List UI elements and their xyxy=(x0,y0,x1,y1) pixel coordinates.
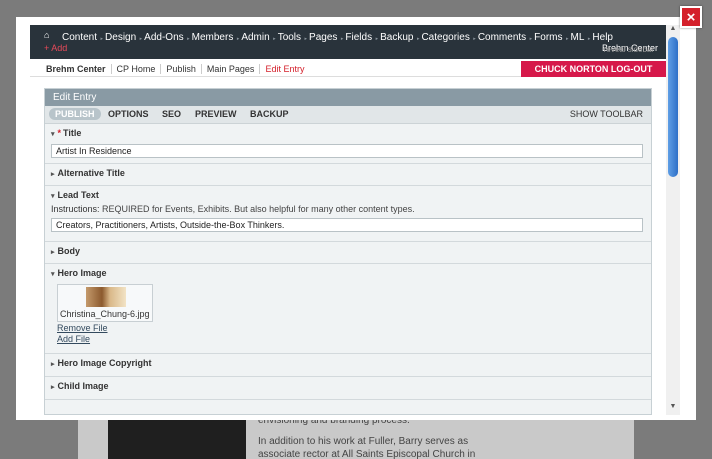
nav-item-forms[interactable]: Forms xyxy=(532,32,569,43)
publish-tabs: PUBLISH OPTIONS SEO PREVIEW BACKUP SHOW … xyxy=(45,106,651,124)
field-toggle-hero-image-copyright[interactable]: ▸ Hero Image Copyright xyxy=(51,358,645,368)
field-label: Alternative Title xyxy=(57,168,125,178)
field-hero-image: ▾ Hero Image Christina_Chung-6.jpg Remove… xyxy=(45,264,651,354)
nav-item-comments[interactable]: Comments xyxy=(476,32,533,43)
remove-file-link[interactable]: Remove File xyxy=(57,323,645,333)
field-label: Child Image xyxy=(57,381,109,391)
close-modal-button[interactable]: × xyxy=(680,6,702,28)
caret-down-icon: ▾ xyxy=(51,131,55,138)
field-instructions: Instructions: REQUIRED for Events, Exhib… xyxy=(51,204,645,214)
breadcrumb-bar: Brehm Center CP Home Publish Main Pages … xyxy=(30,59,666,77)
nav-item-tools[interactable]: Tools xyxy=(276,32,308,43)
breadcrumb-item[interactable]: Publish xyxy=(161,64,202,74)
breadcrumb-item[interactable]: Brehm Center xyxy=(46,64,112,74)
field-title: ▾ * Title xyxy=(45,124,651,164)
tab-options[interactable]: OPTIONS xyxy=(108,109,149,119)
file-thumbnail[interactable]: Christina_Chung-6.jpg xyxy=(57,284,153,322)
required-marker: * xyxy=(57,128,62,138)
nav-item-design[interactable]: Design xyxy=(103,32,142,43)
lead-text-input[interactable] xyxy=(51,218,643,232)
modal-window: ⌂ + Add Content Design Add-Ons Members A… xyxy=(16,17,696,420)
caret-right-icon: ▸ xyxy=(51,249,55,256)
scrollbar-thumb[interactable] xyxy=(668,37,678,177)
field-body: ▸ Body xyxy=(45,242,651,264)
background-text: envisioning and branding process. In add… xyxy=(258,414,488,459)
field-toggle-lead-text[interactable]: ▾ Lead Text xyxy=(51,190,645,200)
nav-item-fields[interactable]: Fields xyxy=(343,32,378,43)
tab-backup[interactable]: BACKUP xyxy=(250,109,289,119)
field-alternative-title: ▸ Alternative Title xyxy=(45,164,651,186)
vertical-scrollbar[interactable]: ▲ ▼ xyxy=(666,25,680,415)
field-hero-image-copyright: ▸ Hero Image Copyright xyxy=(45,354,651,377)
nav-item-categories[interactable]: Categories xyxy=(419,32,476,43)
caret-right-icon: ▸ xyxy=(51,361,55,368)
nav-item-pages[interactable]: Pages xyxy=(307,32,344,43)
field-child-image: ▸ Child Image xyxy=(45,377,651,400)
nav-item-admin[interactable]: Admin xyxy=(239,32,276,43)
caret-down-icon: ▾ xyxy=(51,193,55,200)
nav-item-ml[interactable]: ML xyxy=(569,32,591,43)
field-label: Title xyxy=(63,128,82,138)
field-toggle-hero-image[interactable]: ▾ Hero Image xyxy=(51,268,645,278)
breadcrumb-item[interactable]: Main Pages xyxy=(202,64,261,74)
top-nav: ⌂ + Add Content Design Add-Ons Members A… xyxy=(30,25,666,59)
nav-item-backup[interactable]: Backup xyxy=(378,32,420,43)
breadcrumb-current: Edit Entry xyxy=(265,64,305,74)
field-label: Lead Text xyxy=(57,190,99,200)
breadcrumb: Brehm Center CP Home Publish Main Pages … xyxy=(46,64,309,74)
panel-title: Edit Entry xyxy=(45,89,651,106)
nav-item-add-ons[interactable]: Add-Ons xyxy=(142,32,190,43)
add-file-link[interactable]: Add File xyxy=(57,334,645,344)
reveal-sidebar-link[interactable]: reveal sidebar xyxy=(604,45,654,54)
breadcrumb-item[interactable]: CP Home xyxy=(112,64,162,74)
caret-down-icon: ▾ xyxy=(51,271,55,278)
instructions-text: REQUIRED for Events, Exhibits. But also … xyxy=(102,204,415,214)
field-label: Body xyxy=(57,246,81,256)
nav-menu: Content Design Add-Ons Members Admin Too… xyxy=(60,32,619,43)
field-toggle-body[interactable]: ▸ Body xyxy=(51,246,645,256)
file-name: Christina_Chung-6.jpg xyxy=(60,309,150,319)
instructions-label: Instructions: xyxy=(51,204,100,214)
caret-right-icon: ▸ xyxy=(51,171,55,178)
nav-item-help[interactable]: Help xyxy=(590,32,619,43)
edit-entry-panel: Edit Entry PUBLISH OPTIONS SEO PREVIEW B… xyxy=(44,88,652,415)
scroll-down-icon[interactable]: ▼ xyxy=(666,403,680,415)
field-toggle-title[interactable]: ▾ * Title xyxy=(51,128,645,138)
field-toggle-child-image[interactable]: ▸ Child Image xyxy=(51,381,645,391)
tab-seo[interactable]: SEO xyxy=(162,109,181,119)
field-lead-text: ▾ Lead Text Instructions: REQUIRED for Ev… xyxy=(45,186,651,242)
tab-preview[interactable]: PREVIEW xyxy=(195,109,237,119)
field-label: Hero Image Copyright xyxy=(57,358,152,368)
logout-button[interactable]: CHUCK NORTON LOG-OUT xyxy=(521,61,666,77)
add-link[interactable]: + Add xyxy=(44,43,67,53)
title-input[interactable] xyxy=(51,144,643,158)
field-label: Hero Image xyxy=(57,268,107,278)
show-toolbar-button[interactable]: SHOW TOOLBAR xyxy=(570,109,643,119)
scroll-up-icon[interactable]: ▲ xyxy=(666,25,680,37)
modal-content-frame: ⌂ + Add Content Design Add-Ons Members A… xyxy=(30,25,666,415)
tab-publish[interactable]: PUBLISH xyxy=(49,108,101,120)
thumbnail-image xyxy=(86,287,126,307)
nav-item-members[interactable]: Members xyxy=(190,32,240,43)
home-icon[interactable]: ⌂ xyxy=(44,30,49,40)
background-paragraph: In addition to his work at Fuller, Barry… xyxy=(258,436,476,459)
field-toggle-alternative-title[interactable]: ▸ Alternative Title xyxy=(51,168,645,178)
caret-right-icon: ▸ xyxy=(51,384,55,391)
nav-item-content[interactable]: Content xyxy=(60,32,103,43)
